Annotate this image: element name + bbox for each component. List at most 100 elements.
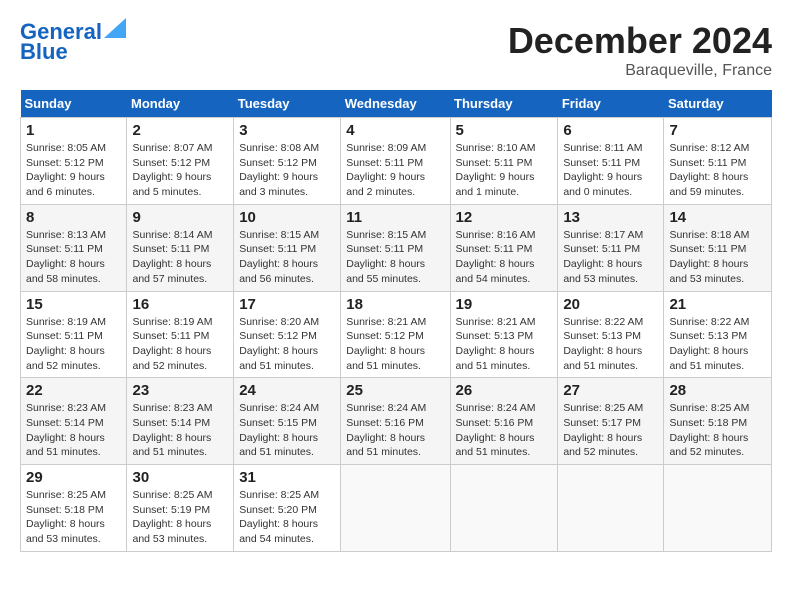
day-info: Sunrise: 8:13 AM Sunset: 5:11 PM Dayligh… xyxy=(26,228,121,287)
day-number: 26 xyxy=(456,382,553,399)
calendar-cell: 25 Sunrise: 8:24 AM Sunset: 5:16 PM Dayl… xyxy=(341,378,450,465)
calendar-cell: 23 Sunrise: 8:23 AM Sunset: 5:14 PM Dayl… xyxy=(127,378,234,465)
day-number: 16 xyxy=(132,296,228,313)
day-number: 25 xyxy=(346,382,444,399)
calendar-cell: 26 Sunrise: 8:24 AM Sunset: 5:16 PM Dayl… xyxy=(450,378,558,465)
calendar-cell: 1 Sunrise: 8:05 AM Sunset: 5:12 PM Dayli… xyxy=(21,118,127,205)
calendar-cell: 9 Sunrise: 8:14 AM Sunset: 5:11 PM Dayli… xyxy=(127,204,234,291)
day-header-wednesday: Wednesday xyxy=(341,90,450,118)
day-number: 31 xyxy=(239,469,335,486)
day-info: Sunrise: 8:25 AM Sunset: 5:17 PM Dayligh… xyxy=(563,401,658,460)
calendar-cell xyxy=(450,465,558,552)
calendar-cell: 15 Sunrise: 8:19 AM Sunset: 5:11 PM Dayl… xyxy=(21,291,127,378)
calendar-cell: 30 Sunrise: 8:25 AM Sunset: 5:19 PM Dayl… xyxy=(127,465,234,552)
calendar-cell: 4 Sunrise: 8:09 AM Sunset: 5:11 PM Dayli… xyxy=(341,118,450,205)
day-number: 20 xyxy=(563,296,658,313)
day-number: 7 xyxy=(669,122,766,139)
day-info: Sunrise: 8:10 AM Sunset: 5:11 PM Dayligh… xyxy=(456,141,553,200)
day-info: Sunrise: 8:22 AM Sunset: 5:13 PM Dayligh… xyxy=(669,315,766,374)
calendar-cell: 24 Sunrise: 8:24 AM Sunset: 5:15 PM Dayl… xyxy=(234,378,341,465)
day-info: Sunrise: 8:23 AM Sunset: 5:14 PM Dayligh… xyxy=(132,401,228,460)
day-number: 5 xyxy=(456,122,553,139)
day-info: Sunrise: 8:15 AM Sunset: 5:11 PM Dayligh… xyxy=(346,228,444,287)
calendar-cell: 27 Sunrise: 8:25 AM Sunset: 5:17 PM Dayl… xyxy=(558,378,664,465)
day-info: Sunrise: 8:19 AM Sunset: 5:11 PM Dayligh… xyxy=(132,315,228,374)
day-number: 3 xyxy=(239,122,335,139)
calendar-cell: 29 Sunrise: 8:25 AM Sunset: 5:18 PM Dayl… xyxy=(21,465,127,552)
day-header-saturday: Saturday xyxy=(664,90,772,118)
calendar-cell: 28 Sunrise: 8:25 AM Sunset: 5:18 PM Dayl… xyxy=(664,378,772,465)
calendar-cell xyxy=(664,465,772,552)
day-number: 9 xyxy=(132,209,228,226)
day-info: Sunrise: 8:25 AM Sunset: 5:18 PM Dayligh… xyxy=(669,401,766,460)
day-info: Sunrise: 8:24 AM Sunset: 5:15 PM Dayligh… xyxy=(239,401,335,460)
calendar-cell: 16 Sunrise: 8:19 AM Sunset: 5:11 PM Dayl… xyxy=(127,291,234,378)
calendar-cell: 31 Sunrise: 8:25 AM Sunset: 5:20 PM Dayl… xyxy=(234,465,341,552)
day-info: Sunrise: 8:05 AM Sunset: 5:12 PM Dayligh… xyxy=(26,141,121,200)
day-info: Sunrise: 8:15 AM Sunset: 5:11 PM Dayligh… xyxy=(239,228,335,287)
day-number: 8 xyxy=(26,209,121,226)
calendar-cell: 14 Sunrise: 8:18 AM Sunset: 5:11 PM Dayl… xyxy=(664,204,772,291)
day-info: Sunrise: 8:17 AM Sunset: 5:11 PM Dayligh… xyxy=(563,228,658,287)
calendar-cell: 7 Sunrise: 8:12 AM Sunset: 5:11 PM Dayli… xyxy=(664,118,772,205)
day-number: 11 xyxy=(346,209,444,226)
title-block: December 2024 Baraqueville, France xyxy=(508,20,772,80)
calendar-cell: 12 Sunrise: 8:16 AM Sunset: 5:11 PM Dayl… xyxy=(450,204,558,291)
calendar-week-row: 29 Sunrise: 8:25 AM Sunset: 5:18 PM Dayl… xyxy=(21,465,772,552)
day-info: Sunrise: 8:22 AM Sunset: 5:13 PM Dayligh… xyxy=(563,315,658,374)
day-number: 24 xyxy=(239,382,335,399)
day-info: Sunrise: 8:20 AM Sunset: 5:12 PM Dayligh… xyxy=(239,315,335,374)
day-header-monday: Monday xyxy=(127,90,234,118)
day-info: Sunrise: 8:11 AM Sunset: 5:11 PM Dayligh… xyxy=(563,141,658,200)
day-info: Sunrise: 8:12 AM Sunset: 5:11 PM Dayligh… xyxy=(669,141,766,200)
day-info: Sunrise: 8:18 AM Sunset: 5:11 PM Dayligh… xyxy=(669,228,766,287)
day-info: Sunrise: 8:08 AM Sunset: 5:12 PM Dayligh… xyxy=(239,141,335,200)
calendar-cell: 18 Sunrise: 8:21 AM Sunset: 5:12 PM Dayl… xyxy=(341,291,450,378)
day-info: Sunrise: 8:14 AM Sunset: 5:11 PM Dayligh… xyxy=(132,228,228,287)
day-number: 22 xyxy=(26,382,121,399)
day-number: 17 xyxy=(239,296,335,313)
calendar-week-row: 22 Sunrise: 8:23 AM Sunset: 5:14 PM Dayl… xyxy=(21,378,772,465)
calendar-cell: 17 Sunrise: 8:20 AM Sunset: 5:12 PM Dayl… xyxy=(234,291,341,378)
calendar-header-row: SundayMondayTuesdayWednesdayThursdayFrid… xyxy=(21,90,772,118)
calendar-cell: 10 Sunrise: 8:15 AM Sunset: 5:11 PM Dayl… xyxy=(234,204,341,291)
day-number: 28 xyxy=(669,382,766,399)
calendar-cell: 5 Sunrise: 8:10 AM Sunset: 5:11 PM Dayli… xyxy=(450,118,558,205)
day-number: 19 xyxy=(456,296,553,313)
calendar-cell: 3 Sunrise: 8:08 AM Sunset: 5:12 PM Dayli… xyxy=(234,118,341,205)
day-info: Sunrise: 8:07 AM Sunset: 5:12 PM Dayligh… xyxy=(132,141,228,200)
calendar-cell: 21 Sunrise: 8:22 AM Sunset: 5:13 PM Dayl… xyxy=(664,291,772,378)
day-header-friday: Friday xyxy=(558,90,664,118)
day-number: 21 xyxy=(669,296,766,313)
day-info: Sunrise: 8:23 AM Sunset: 5:14 PM Dayligh… xyxy=(26,401,121,460)
day-info: Sunrise: 8:09 AM Sunset: 5:11 PM Dayligh… xyxy=(346,141,444,200)
calendar-cell: 22 Sunrise: 8:23 AM Sunset: 5:14 PM Dayl… xyxy=(21,378,127,465)
day-number: 10 xyxy=(239,209,335,226)
day-number: 29 xyxy=(26,469,121,486)
logo-text-blue: Blue xyxy=(20,40,68,64)
calendar-cell xyxy=(558,465,664,552)
calendar-week-row: 1 Sunrise: 8:05 AM Sunset: 5:12 PM Dayli… xyxy=(21,118,772,205)
day-number: 13 xyxy=(563,209,658,226)
day-number: 30 xyxy=(132,469,228,486)
calendar-cell: 13 Sunrise: 8:17 AM Sunset: 5:11 PM Dayl… xyxy=(558,204,664,291)
calendar-cell: 2 Sunrise: 8:07 AM Sunset: 5:12 PM Dayli… xyxy=(127,118,234,205)
day-number: 6 xyxy=(563,122,658,139)
day-info: Sunrise: 8:19 AM Sunset: 5:11 PM Dayligh… xyxy=(26,315,121,374)
day-header-sunday: Sunday xyxy=(21,90,127,118)
calendar-cell: 11 Sunrise: 8:15 AM Sunset: 5:11 PM Dayl… xyxy=(341,204,450,291)
day-header-tuesday: Tuesday xyxy=(234,90,341,118)
calendar-cell: 8 Sunrise: 8:13 AM Sunset: 5:11 PM Dayli… xyxy=(21,204,127,291)
calendar-cell xyxy=(341,465,450,552)
day-info: Sunrise: 8:21 AM Sunset: 5:12 PM Dayligh… xyxy=(346,315,444,374)
day-number: 2 xyxy=(132,122,228,139)
calendar-week-row: 15 Sunrise: 8:19 AM Sunset: 5:11 PM Dayl… xyxy=(21,291,772,378)
day-number: 1 xyxy=(26,122,121,139)
calendar-cell: 6 Sunrise: 8:11 AM Sunset: 5:11 PM Dayli… xyxy=(558,118,664,205)
day-info: Sunrise: 8:25 AM Sunset: 5:18 PM Dayligh… xyxy=(26,488,121,547)
day-number: 15 xyxy=(26,296,121,313)
calendar-cell: 20 Sunrise: 8:22 AM Sunset: 5:13 PM Dayl… xyxy=(558,291,664,378)
day-number: 14 xyxy=(669,209,766,226)
page-header: General Blue December 2024 Baraqueville,… xyxy=(20,20,772,80)
day-info: Sunrise: 8:24 AM Sunset: 5:16 PM Dayligh… xyxy=(456,401,553,460)
